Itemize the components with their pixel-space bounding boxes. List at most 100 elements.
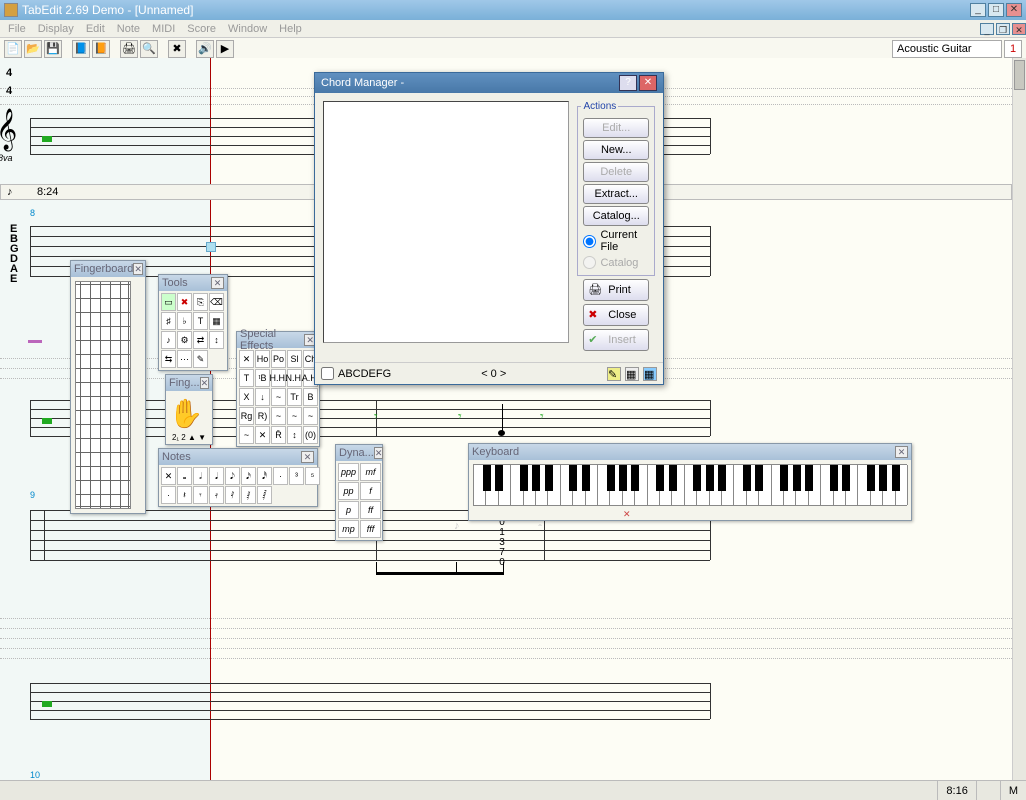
delete-button[interactable]: Delete [583, 162, 649, 182]
new-file-button[interactable]: 📄 [4, 40, 22, 58]
black-key[interactable] [879, 465, 887, 491]
black-key[interactable] [793, 465, 801, 491]
effect-cell[interactable]: R) [255, 407, 270, 425]
effect-cell[interactable]: ↓ [255, 388, 270, 406]
start-marker[interactable] [42, 418, 52, 424]
black-key[interactable] [830, 465, 838, 491]
print-button[interactable]: 🖨 [120, 40, 138, 58]
black-key[interactable] [805, 465, 813, 491]
fretboard-grid[interactable] [75, 281, 131, 509]
tool-cell[interactable]: ♪ [161, 331, 176, 349]
tool-cell[interactable]: ♯ [161, 312, 176, 330]
fingerboard-palette[interactable]: Fingerboard✕ [70, 260, 146, 514]
black-key[interactable] [656, 465, 664, 491]
tools-palette[interactable]: Tools✕ ▭ ✖ ⎘ ⌫ ♯ ♭ T ▦ ♪ ⚙ ⇄ ↕ ⇆ ⋯ ✎ [158, 274, 228, 371]
effect-cell[interactable]: Tr [287, 388, 302, 406]
effect-cell[interactable]: (0) [303, 426, 318, 444]
black-key[interactable] [892, 465, 900, 491]
effect-cell[interactable]: Ho [255, 350, 270, 368]
dyn-cell[interactable]: ff [360, 501, 381, 519]
hand-icon[interactable]: ✋ [168, 393, 204, 433]
black-key[interactable] [520, 465, 528, 491]
dyn-cell[interactable]: p [338, 501, 359, 519]
note-cell[interactable]: 𝅁 [241, 486, 256, 504]
black-key[interactable] [718, 465, 726, 491]
effect-cell[interactable]: ✕ [255, 426, 270, 444]
effect-cell[interactable]: B [303, 388, 318, 406]
note-cell[interactable]: 𝅂 [257, 486, 272, 504]
note-cell[interactable]: 𝅝 [177, 467, 192, 485]
dialog-help-button[interactable]: ? [619, 75, 637, 91]
note-cell[interactable]: 𝅘𝅥𝅮 [225, 467, 240, 485]
black-key[interactable] [842, 465, 850, 491]
effect-cell[interactable]: ✕ [239, 350, 254, 368]
tool-cell[interactable]: ⌫ [209, 293, 224, 311]
chord-manager-dialog[interactable]: Chord Manager - ? ✕ Actions Edit... New.… [314, 72, 664, 385]
pencil-icon[interactable]: ✎ [607, 367, 621, 381]
edit-button[interactable]: Edit... [583, 118, 649, 138]
menu-score[interactable]: Score [181, 23, 222, 35]
effect-cell[interactable]: ~ [239, 426, 254, 444]
note-cell[interactable]: 𝄾 [193, 486, 208, 504]
scrollbar-thumb[interactable] [1014, 60, 1025, 90]
note-cell[interactable]: 𝄽 [177, 486, 192, 504]
book1-button[interactable]: 📘 [72, 40, 90, 58]
note-cell[interactable]: 𝅗𝅥 [193, 467, 208, 485]
dynamics-palette[interactable]: Dyna...✕ ppp mf pp f p ff mp fff [335, 444, 383, 541]
black-key[interactable] [631, 465, 639, 491]
note-cell[interactable]: 𝅘𝅥 [209, 467, 224, 485]
menu-display[interactable]: Display [32, 23, 80, 35]
piano-keyboard[interactable] [473, 464, 907, 506]
close-icon[interactable]: ✕ [895, 446, 908, 458]
tool-cell[interactable]: ▭ [161, 293, 176, 311]
effect-cell[interactable]: H.H. [271, 369, 286, 387]
note-cell[interactable]: ✕ [161, 467, 176, 485]
current-file-radio[interactable]: Current File [583, 229, 651, 253]
tool-cell[interactable]: ↕ [209, 331, 224, 349]
menu-help[interactable]: Help [273, 23, 308, 35]
notes-palette[interactable]: Notes✕ ✕ 𝅝 𝅗𝅥 𝅘𝅥 𝅘𝅥𝅮 𝅘𝅥𝅯 𝅘𝅥𝅰 · ³ ⁵ · 𝄽 𝄾… [158, 448, 318, 507]
effect-cell[interactable]: ↕ [287, 426, 302, 444]
note-cell[interactable]: · [273, 467, 288, 485]
close-icon[interactable]: ✕ [211, 277, 224, 289]
note-cell[interactable]: ⁵ [305, 467, 320, 485]
black-key[interactable] [693, 465, 701, 491]
vertical-scrollbar[interactable] [1012, 58, 1026, 780]
section-marker[interactable] [28, 340, 42, 343]
effect-cell[interactable]: Po [271, 350, 286, 368]
note-cell[interactable]: 𝄿 [209, 486, 224, 504]
insert-button[interactable]: ✔Insert [583, 329, 649, 351]
dialog-close-button[interactable]: ✕ [639, 75, 657, 91]
close-icon[interactable]: ✕ [374, 447, 384, 459]
print-button[interactable]: 🖨Print [583, 279, 649, 301]
tab-fret[interactable]: 0 [497, 557, 507, 568]
tool-cell[interactable]: ⇄ [193, 331, 208, 349]
effect-cell[interactable]: ~ [271, 407, 286, 425]
special-effects-palette[interactable]: Special Effects✕ ✕ Ho Po Sl Ch T ᵗB H.H.… [236, 331, 320, 447]
window-minimize-button[interactable]: _ [970, 3, 986, 17]
effect-cell[interactable]: N.H. [287, 369, 302, 387]
black-key[interactable] [619, 465, 627, 491]
instrument-number[interactable]: 1 [1004, 40, 1022, 58]
diagram-icon[interactable]: ▦ [625, 367, 639, 381]
catalog-button[interactable]: Catalog... [583, 206, 649, 226]
effect-cell[interactable]: Sl [287, 350, 302, 368]
window-close-button[interactable]: ✕ [1006, 3, 1022, 17]
close-button[interactable]: ✖Close [583, 304, 649, 326]
tool-cell[interactable]: ⎘ [193, 293, 208, 311]
note-cell[interactable]: 𝅘𝅥𝅰 [257, 467, 272, 485]
catalog-radio[interactable]: Catalog [583, 256, 651, 269]
effect-cell[interactable]: X [239, 388, 254, 406]
close-icon[interactable]: ✕ [133, 263, 143, 275]
effect-cell[interactable]: ᵗB [255, 369, 270, 387]
fingerings-palette[interactable]: Fing...✕ ✋ 2₁ 2 ▲ ▼ [165, 374, 213, 445]
effect-cell[interactable]: ~ [287, 407, 302, 425]
extract-button[interactable]: Extract... [583, 184, 649, 204]
black-key[interactable] [569, 465, 577, 491]
save-file-button[interactable]: 💾 [44, 40, 62, 58]
tool-cell[interactable]: ✎ [193, 350, 208, 368]
open-file-button[interactable]: 📂 [24, 40, 42, 58]
note-cell[interactable]: · [161, 486, 176, 504]
close-icon[interactable]: ✕ [301, 451, 314, 463]
black-key[interactable] [669, 465, 677, 491]
